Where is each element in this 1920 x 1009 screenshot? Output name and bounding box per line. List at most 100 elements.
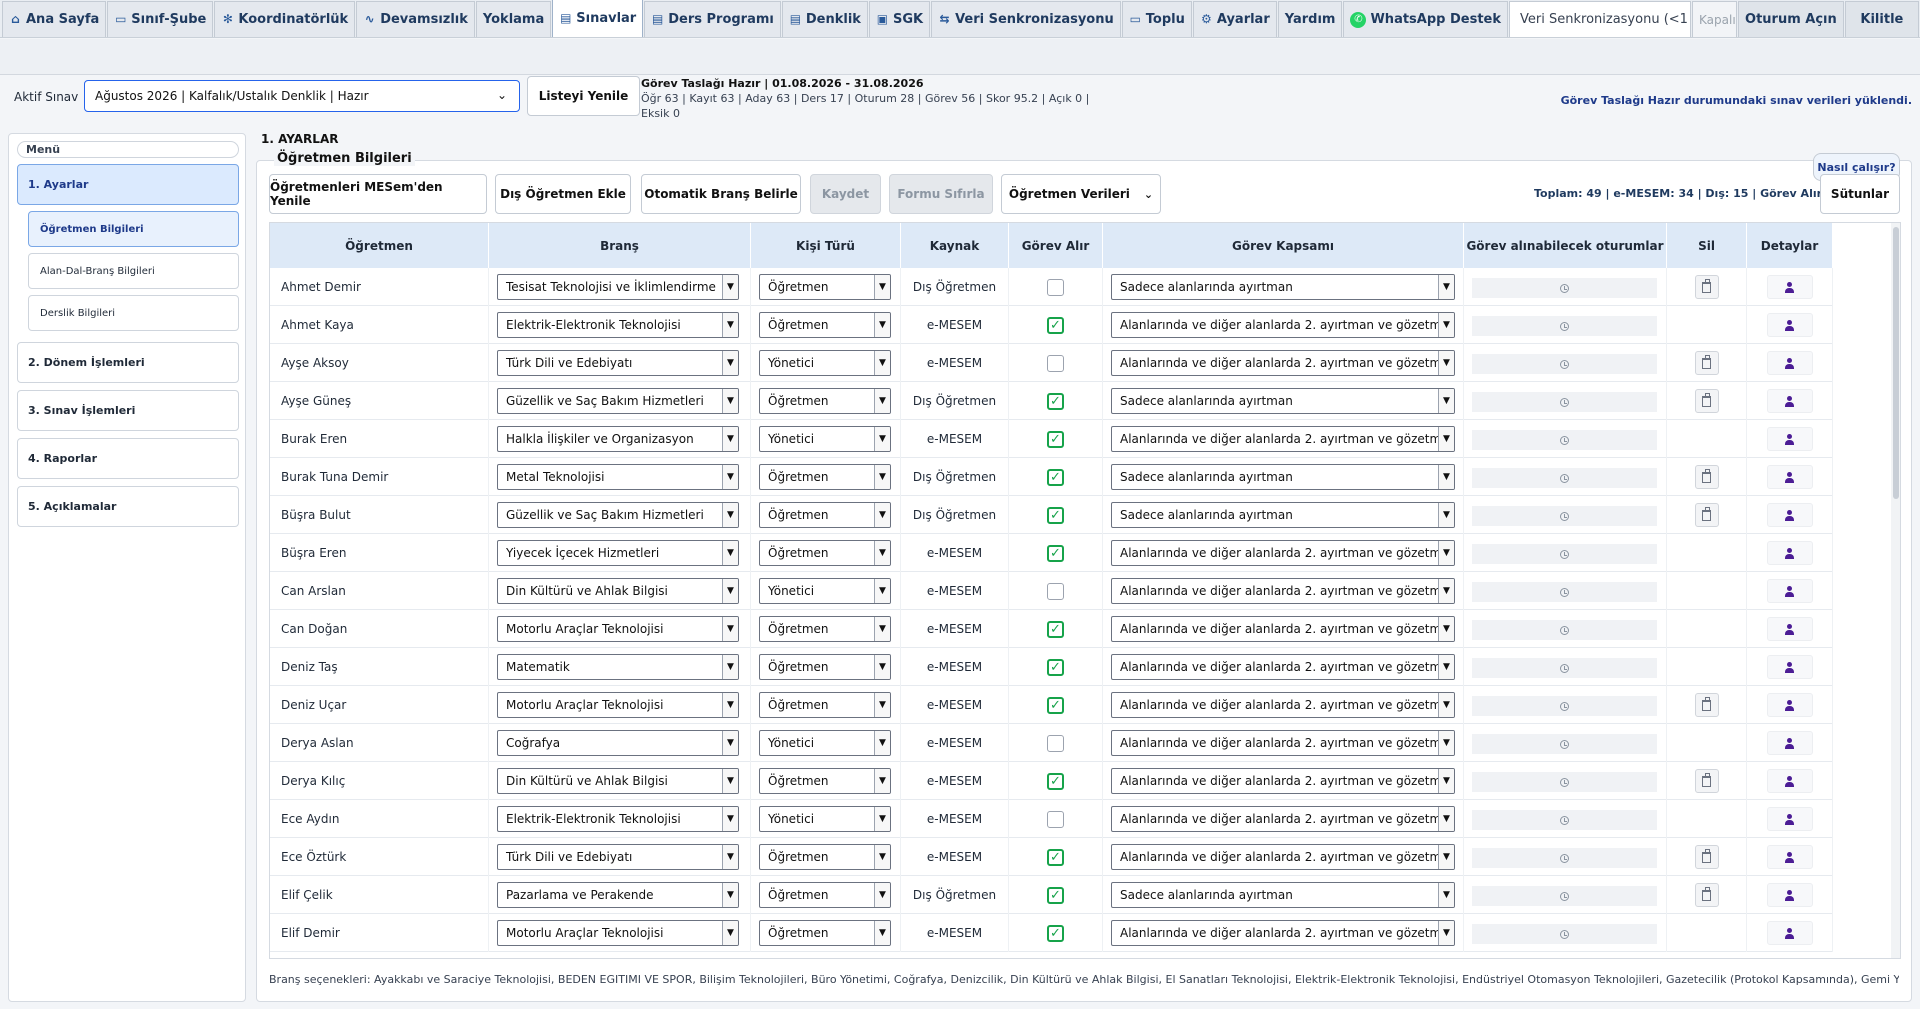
- sidebar-subitem-teacher-info[interactable]: Öğretmen Bilgileri: [28, 211, 239, 247]
- sessions-picker[interactable]: [1472, 506, 1657, 526]
- assignable-checkbox[interactable]: ✓: [1047, 392, 1064, 410]
- details-button[interactable]: [1766, 769, 1813, 793]
- save-button[interactable]: Kaydet: [810, 174, 881, 214]
- assignable-checkbox[interactable]: ✓: [1047, 924, 1064, 942]
- nav-tab-class-section[interactable]: ▭ Sınıf-Şube: [107, 1, 214, 37]
- branch-select[interactable]: Türk Dili ve Edebiyatı ▼: [497, 844, 739, 870]
- sessions-picker[interactable]: [1472, 848, 1657, 868]
- delete-button[interactable]: [1694, 693, 1719, 717]
- details-button[interactable]: [1766, 465, 1813, 489]
- branch-select[interactable]: Matematik ▼: [497, 654, 739, 680]
- scope-select[interactable]: Alanlarında ve diğer alanlarda 2. ayırtm…: [1111, 540, 1455, 566]
- sessions-picker[interactable]: [1472, 468, 1657, 488]
- nav-tab-data-sync[interactable]: ⇆ Veri Senkronizasyonu: [931, 1, 1121, 37]
- person-type-select[interactable]: Öğretmen ▼: [759, 768, 891, 794]
- scope-select[interactable]: Sadece alanlarında ayırtman ▼: [1111, 464, 1455, 490]
- person-type-select[interactable]: Öğretmen ▼: [759, 654, 891, 680]
- scrollbar-thumb[interactable]: [1893, 227, 1899, 499]
- nav-tab-whatsapp[interactable]: ✆ WhatsApp Destek: [1343, 1, 1509, 37]
- nav-tab-equivalence[interactable]: ▤ Denklik: [781, 1, 868, 37]
- assignable-checkbox[interactable]: ✓: [1047, 430, 1064, 448]
- sidebar-subitem-classroom[interactable]: Derslik Bilgileri: [28, 295, 239, 331]
- scope-select[interactable]: Alanlarında ve diğer alanlarda 2. ayırtm…: [1111, 312, 1455, 338]
- sessions-picker[interactable]: [1472, 278, 1657, 298]
- details-button[interactable]: [1766, 389, 1813, 413]
- table-scrollbar[interactable]: [1891, 223, 1900, 958]
- scope-select[interactable]: Alanlarında ve diğer alanlarda 2. ayırtm…: [1111, 920, 1455, 946]
- scope-select[interactable]: Alanlarında ve diğer alanlarda 2. ayırtm…: [1111, 426, 1455, 452]
- nav-tab-exams[interactable]: ▤ Sınavlar: [552, 0, 644, 37]
- person-type-select[interactable]: Öğretmen ▼: [759, 616, 891, 642]
- assignable-checkbox[interactable]: [1047, 278, 1064, 296]
- assignable-checkbox[interactable]: ✓: [1047, 658, 1064, 676]
- person-type-select[interactable]: Öğretmen ▼: [759, 464, 891, 490]
- nav-tab-absence[interactable]: ∿ Devamsızlık: [356, 1, 475, 37]
- login-button[interactable]: Oturum Açın: [1738, 1, 1844, 37]
- scope-select[interactable]: Alanlarında ve diğer alanlarda 2. ayırtm…: [1111, 350, 1455, 376]
- auto-branch-button[interactable]: Otomatik Branş Belirle: [641, 174, 801, 214]
- nav-tab-coordination[interactable]: ✻ Koordinatörlük: [214, 1, 356, 37]
- assignable-checkbox[interactable]: [1047, 354, 1064, 372]
- lock-button[interactable]: Kilitle: [1844, 1, 1919, 37]
- sessions-picker[interactable]: [1472, 316, 1657, 336]
- sessions-picker[interactable]: [1472, 734, 1657, 754]
- assignable-checkbox[interactable]: ✓: [1047, 316, 1064, 334]
- details-button[interactable]: [1766, 845, 1813, 869]
- assignable-checkbox[interactable]: ✓: [1047, 848, 1064, 866]
- details-button[interactable]: [1766, 731, 1813, 755]
- reset-form-button[interactable]: Formu Sıfırla: [889, 174, 993, 214]
- nav-tab-sgk[interactable]: ▣ SGK: [868, 1, 931, 37]
- sessions-picker[interactable]: [1472, 392, 1657, 412]
- scope-select[interactable]: Sadece alanlarında ayırtman ▼: [1111, 882, 1455, 908]
- sidebar-item-explanations[interactable]: 5. Açıklamalar: [17, 486, 239, 527]
- delete-button[interactable]: [1694, 769, 1719, 793]
- person-type-select[interactable]: Öğretmen ▼: [759, 920, 891, 946]
- delete-button[interactable]: [1694, 883, 1719, 907]
- nav-tab-settings[interactable]: ⚙ Ayarlar: [1192, 1, 1277, 37]
- person-type-select[interactable]: Yönetici ▼: [759, 350, 891, 376]
- sessions-picker[interactable]: [1472, 696, 1657, 716]
- details-button[interactable]: [1766, 541, 1813, 565]
- sessions-picker[interactable]: [1472, 582, 1657, 602]
- person-type-select[interactable]: Öğretmen ▼: [759, 882, 891, 908]
- sidebar-subitem-field-branch[interactable]: Alan-Dal-Branş Bilgileri: [28, 253, 239, 289]
- person-type-select[interactable]: Öğretmen ▼: [759, 388, 891, 414]
- delete-button[interactable]: [1694, 465, 1719, 489]
- branch-select[interactable]: Motorlu Araçlar Teknolojisi ▼: [497, 616, 739, 642]
- details-button[interactable]: [1766, 351, 1813, 375]
- person-type-select[interactable]: Öğretmen ▼: [759, 312, 891, 338]
- column-header-details[interactable]: Detaylar: [1747, 223, 1833, 268]
- nav-tab-schedule[interactable]: ▤ Ders Programı: [644, 1, 781, 37]
- person-type-select[interactable]: Öğretmen ▼: [759, 274, 891, 300]
- person-type-select[interactable]: Öğretmen ▼: [759, 502, 891, 528]
- branch-select[interactable]: Elektrik-Elektronik Teknolojisi ▼: [497, 806, 739, 832]
- nav-tab-rollcall[interactable]: Yoklama: [475, 1, 552, 37]
- branch-select[interactable]: Elektrik-Elektronik Teknolojisi ▼: [497, 312, 739, 338]
- delete-button[interactable]: [1694, 351, 1719, 375]
- column-header-branch[interactable]: Branş: [489, 223, 751, 268]
- scope-select[interactable]: Sadece alanlarında ayırtman ▼: [1111, 502, 1455, 528]
- branch-select[interactable]: Güzellik ve Saç Bakım Hizmetleri ▼: [497, 388, 739, 414]
- branch-select[interactable]: Coğrafya ▼: [497, 730, 739, 756]
- assignable-checkbox[interactable]: ✓: [1047, 468, 1064, 486]
- branch-select[interactable]: Metal Teknolojisi ▼: [497, 464, 739, 490]
- details-button[interactable]: [1766, 921, 1813, 945]
- assignable-checkbox[interactable]: [1047, 582, 1064, 600]
- scope-select[interactable]: Alanlarında ve diğer alanlarda 2. ayırtm…: [1111, 844, 1455, 870]
- delete-button[interactable]: [1694, 389, 1719, 413]
- sidebar-item-reports[interactable]: 4. Raporlar: [17, 438, 239, 479]
- column-header-assignable[interactable]: Görev Alır: [1009, 223, 1103, 268]
- delete-button[interactable]: [1694, 503, 1719, 527]
- sidebar-item-settings[interactable]: 1. Ayarlar: [17, 164, 239, 205]
- branch-select[interactable]: Motorlu Araçlar Teknolojisi ▼: [497, 920, 739, 946]
- scope-select[interactable]: Alanlarında ve diğer alanlarda 2. ayırtm…: [1111, 616, 1455, 642]
- nav-tab-help[interactable]: Yardım: [1277, 1, 1343, 37]
- column-header-source[interactable]: Kaynak: [901, 223, 1009, 268]
- assignable-checkbox[interactable]: ✓: [1047, 506, 1064, 524]
- teacher-data-dropdown[interactable]: Öğretmen Verileri ⌄: [1001, 174, 1161, 214]
- branch-select[interactable]: Din Kültürü ve Ahlak Bilgisi ▼: [497, 768, 739, 794]
- details-button[interactable]: [1766, 427, 1813, 451]
- delete-button[interactable]: [1694, 275, 1719, 299]
- branch-select[interactable]: Güzellik ve Saç Bakım Hizmetleri ▼: [497, 502, 739, 528]
- scope-select[interactable]: Alanlarında ve diğer alanlarda 2. ayırtm…: [1111, 654, 1455, 680]
